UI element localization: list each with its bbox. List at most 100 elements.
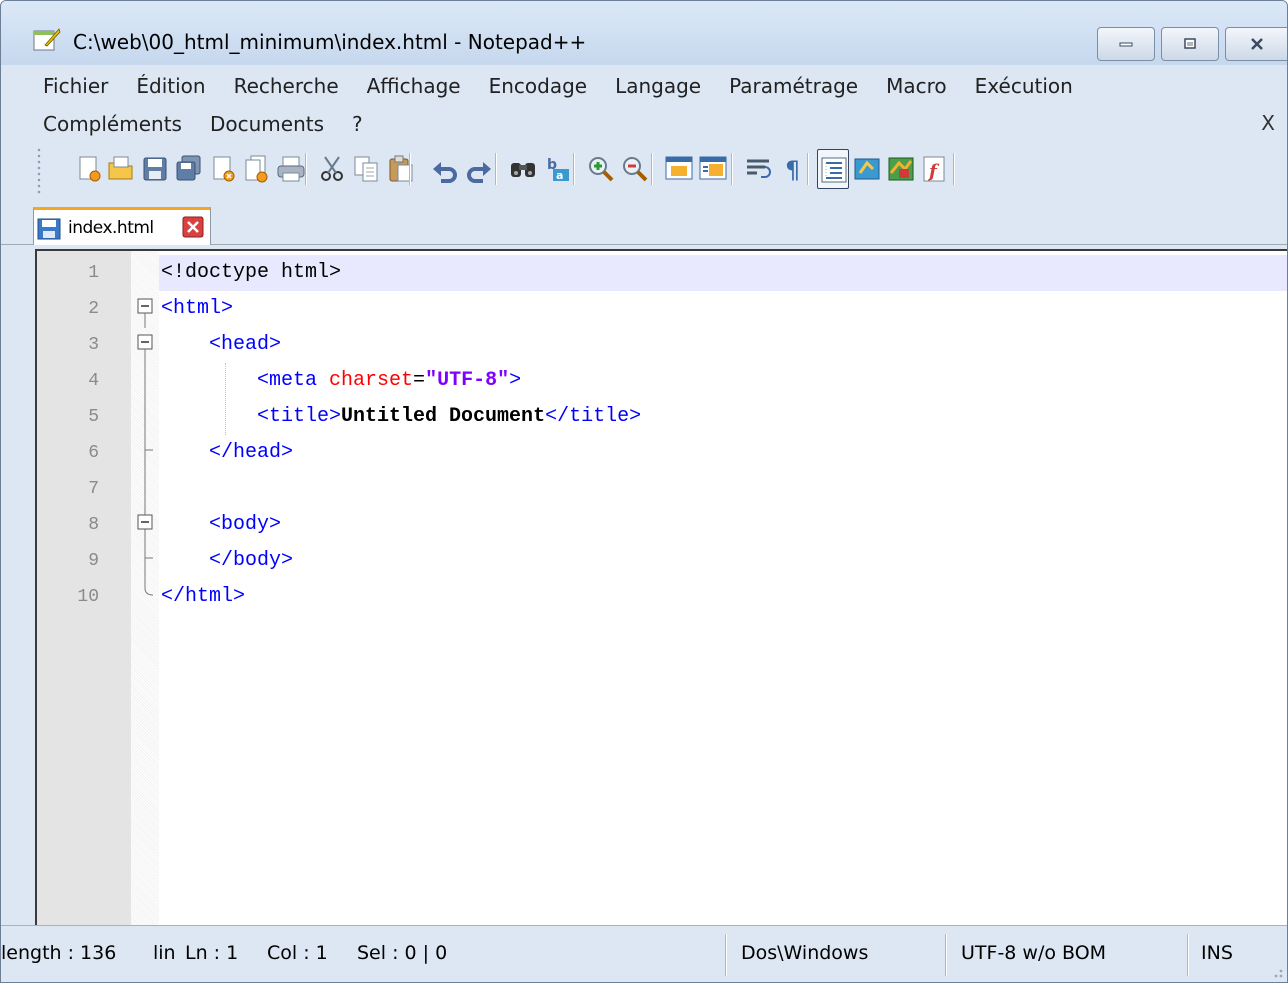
menu-item-[interactable]: ? bbox=[352, 112, 391, 136]
toolbar-separator bbox=[953, 153, 955, 185]
line-number: 8 bbox=[88, 515, 99, 535]
status-encoding[interactable]: UTF-8 w/o BOM bbox=[961, 942, 1106, 964]
toolbar-button-copy[interactable] bbox=[351, 149, 383, 189]
line-number: 5 bbox=[88, 407, 99, 427]
close-document-menu-button[interactable]: X bbox=[1261, 111, 1275, 135]
toolbar-button-close-all[interactable] bbox=[241, 149, 273, 189]
toolbar-button-doc-map[interactable] bbox=[885, 149, 917, 189]
notepad-window: C:\web\00_html_minimum\index.html - Note… bbox=[0, 0, 1288, 983]
cut-icon bbox=[321, 156, 343, 181]
title-bar[interactable]: C:\web\00_html_minimum\index.html - Note… bbox=[1, 1, 1287, 65]
status-eol[interactable]: Dos\Windows bbox=[741, 942, 868, 964]
toolbar-separator bbox=[807, 153, 809, 185]
toolbar-button-redo[interactable] bbox=[463, 149, 495, 189]
status-divider bbox=[945, 934, 947, 976]
new-file-icon bbox=[79, 156, 101, 182]
toolbar-button-word-wrap[interactable] bbox=[743, 149, 775, 189]
print-icon bbox=[277, 156, 305, 182]
toolbar-button-cut[interactable] bbox=[317, 149, 349, 189]
toolbar-button-sync-vertical[interactable] bbox=[663, 149, 695, 189]
code-line[interactable]: 10 </html> bbox=[37, 579, 1287, 615]
maximize-button[interactable] bbox=[1161, 27, 1219, 61]
menu-item-fichier[interactable]: Fichier bbox=[43, 74, 136, 98]
code-line[interactable]: 2 <html> bbox=[37, 291, 1287, 327]
toolbar-button-paste[interactable] bbox=[385, 149, 417, 189]
tab-index-html[interactable]: index.html bbox=[33, 207, 211, 245]
code-line[interactable]: 7 bbox=[37, 471, 1287, 507]
open-file-icon bbox=[108, 156, 133, 180]
code-line[interactable]: 1 <!doctype html> bbox=[37, 255, 1287, 291]
code-token: <meta bbox=[257, 369, 330, 392]
code-line[interactable]: 9 </body> bbox=[37, 543, 1287, 579]
line-number: 6 bbox=[88, 443, 99, 463]
code-token: > bbox=[509, 369, 522, 392]
indent-guide-icon bbox=[821, 157, 847, 183]
toolbar-separator bbox=[495, 153, 497, 185]
toolbar-button-indent-guide[interactable] bbox=[817, 149, 849, 189]
menu-item-recherche[interactable]: Recherche bbox=[234, 74, 367, 98]
code-line[interactable]: 8 <body> bbox=[37, 507, 1287, 543]
menu-item-affichage[interactable]: Affichage bbox=[367, 74, 489, 98]
code-editor[interactable]: 1 <!doctype html> 2 <html> 3 <head> 4 <meta c… bbox=[35, 249, 1287, 925]
toolbar-button-zoom-out[interactable] bbox=[619, 149, 651, 189]
close-x-icon bbox=[1251, 38, 1263, 50]
menu-item-excution[interactable]: Exécution bbox=[975, 74, 1101, 98]
status-ln: Ln : 1 bbox=[185, 942, 239, 964]
notepad-app-icon bbox=[33, 28, 61, 51]
menu-item-complments[interactable]: Compléments bbox=[43, 112, 210, 136]
toolbar-separator bbox=[651, 153, 653, 185]
code-token: <title> bbox=[257, 405, 342, 428]
toolbar-button-undo[interactable] bbox=[429, 149, 461, 189]
toolbar-grip[interactable] bbox=[37, 147, 41, 195]
line-code: <!doctype html> bbox=[161, 255, 341, 291]
toolbar-button-find[interactable] bbox=[507, 149, 539, 189]
toolbar-button-zoom-in[interactable] bbox=[585, 149, 617, 189]
toolbar-button-sync-horizontal[interactable] bbox=[697, 149, 729, 189]
code-token: </html> bbox=[161, 585, 246, 608]
status-insert-mode[interactable]: INS bbox=[1201, 942, 1233, 964]
close-window-button[interactable] bbox=[1225, 27, 1287, 61]
line-code: <head> bbox=[161, 327, 281, 363]
toolbar-button-user-lang[interactable] bbox=[851, 149, 883, 189]
code-token: Untitled Document bbox=[341, 405, 546, 428]
toolbar-button-show-all-chars[interactable]: ¶ bbox=[777, 149, 809, 189]
minimize-button[interactable] bbox=[1097, 27, 1155, 61]
code-line[interactable]: 3 <head> bbox=[37, 327, 1287, 363]
toolbar-button-print[interactable] bbox=[275, 149, 307, 189]
code-token: <html> bbox=[161, 297, 234, 320]
copy-icon bbox=[354, 156, 378, 182]
toolbar-button-function-list[interactable]: f bbox=[919, 149, 951, 189]
menu-item-encodage[interactable]: Encodage bbox=[489, 74, 616, 98]
status-lines: lin bbox=[153, 942, 176, 964]
toolbar-button-close[interactable] bbox=[207, 149, 239, 189]
toolbar-button-save[interactable] bbox=[139, 149, 171, 189]
menu-item-documents[interactable]: Documents bbox=[210, 112, 352, 136]
zoom-out-icon bbox=[623, 157, 648, 182]
line-code: <meta charset="UTF-8"> bbox=[161, 363, 521, 399]
code-line[interactable]: 5 <title>Untitled Document</title> bbox=[37, 399, 1287, 435]
code-line[interactable]: 4 <meta charset="UTF-8"> bbox=[37, 363, 1287, 399]
line-number: 7 bbox=[88, 479, 99, 499]
toolbar-button-save-all[interactable] bbox=[173, 149, 205, 189]
toolbar-button-open-file[interactable] bbox=[105, 149, 137, 189]
replace-icon: ba bbox=[547, 157, 569, 182]
toolbar-button-replace[interactable]: ba bbox=[541, 149, 573, 189]
menu-item-langage[interactable]: Langage bbox=[615, 74, 729, 98]
code-token: </title> bbox=[545, 405, 642, 428]
restore-icon bbox=[1184, 38, 1196, 49]
toolbar-button-new-file[interactable] bbox=[73, 149, 105, 189]
code-token: <head> bbox=[209, 333, 282, 356]
menu-item-macro[interactable]: Macro bbox=[886, 74, 975, 98]
menu-item-dition[interactable]: Édition bbox=[136, 74, 233, 98]
tab-close-icon[interactable] bbox=[182, 216, 204, 238]
status-bar: length : 136 lin Ln : 1 Col : 1 Sel : 0 … bbox=[1, 925, 1287, 982]
menu-item-paramtrage[interactable]: Paramétrage bbox=[729, 74, 886, 98]
line-code: <body> bbox=[161, 507, 281, 543]
resize-grip-icon[interactable] bbox=[1267, 962, 1285, 980]
line-code: </body> bbox=[161, 543, 293, 579]
code-line[interactable]: 6 </head> bbox=[37, 435, 1287, 471]
